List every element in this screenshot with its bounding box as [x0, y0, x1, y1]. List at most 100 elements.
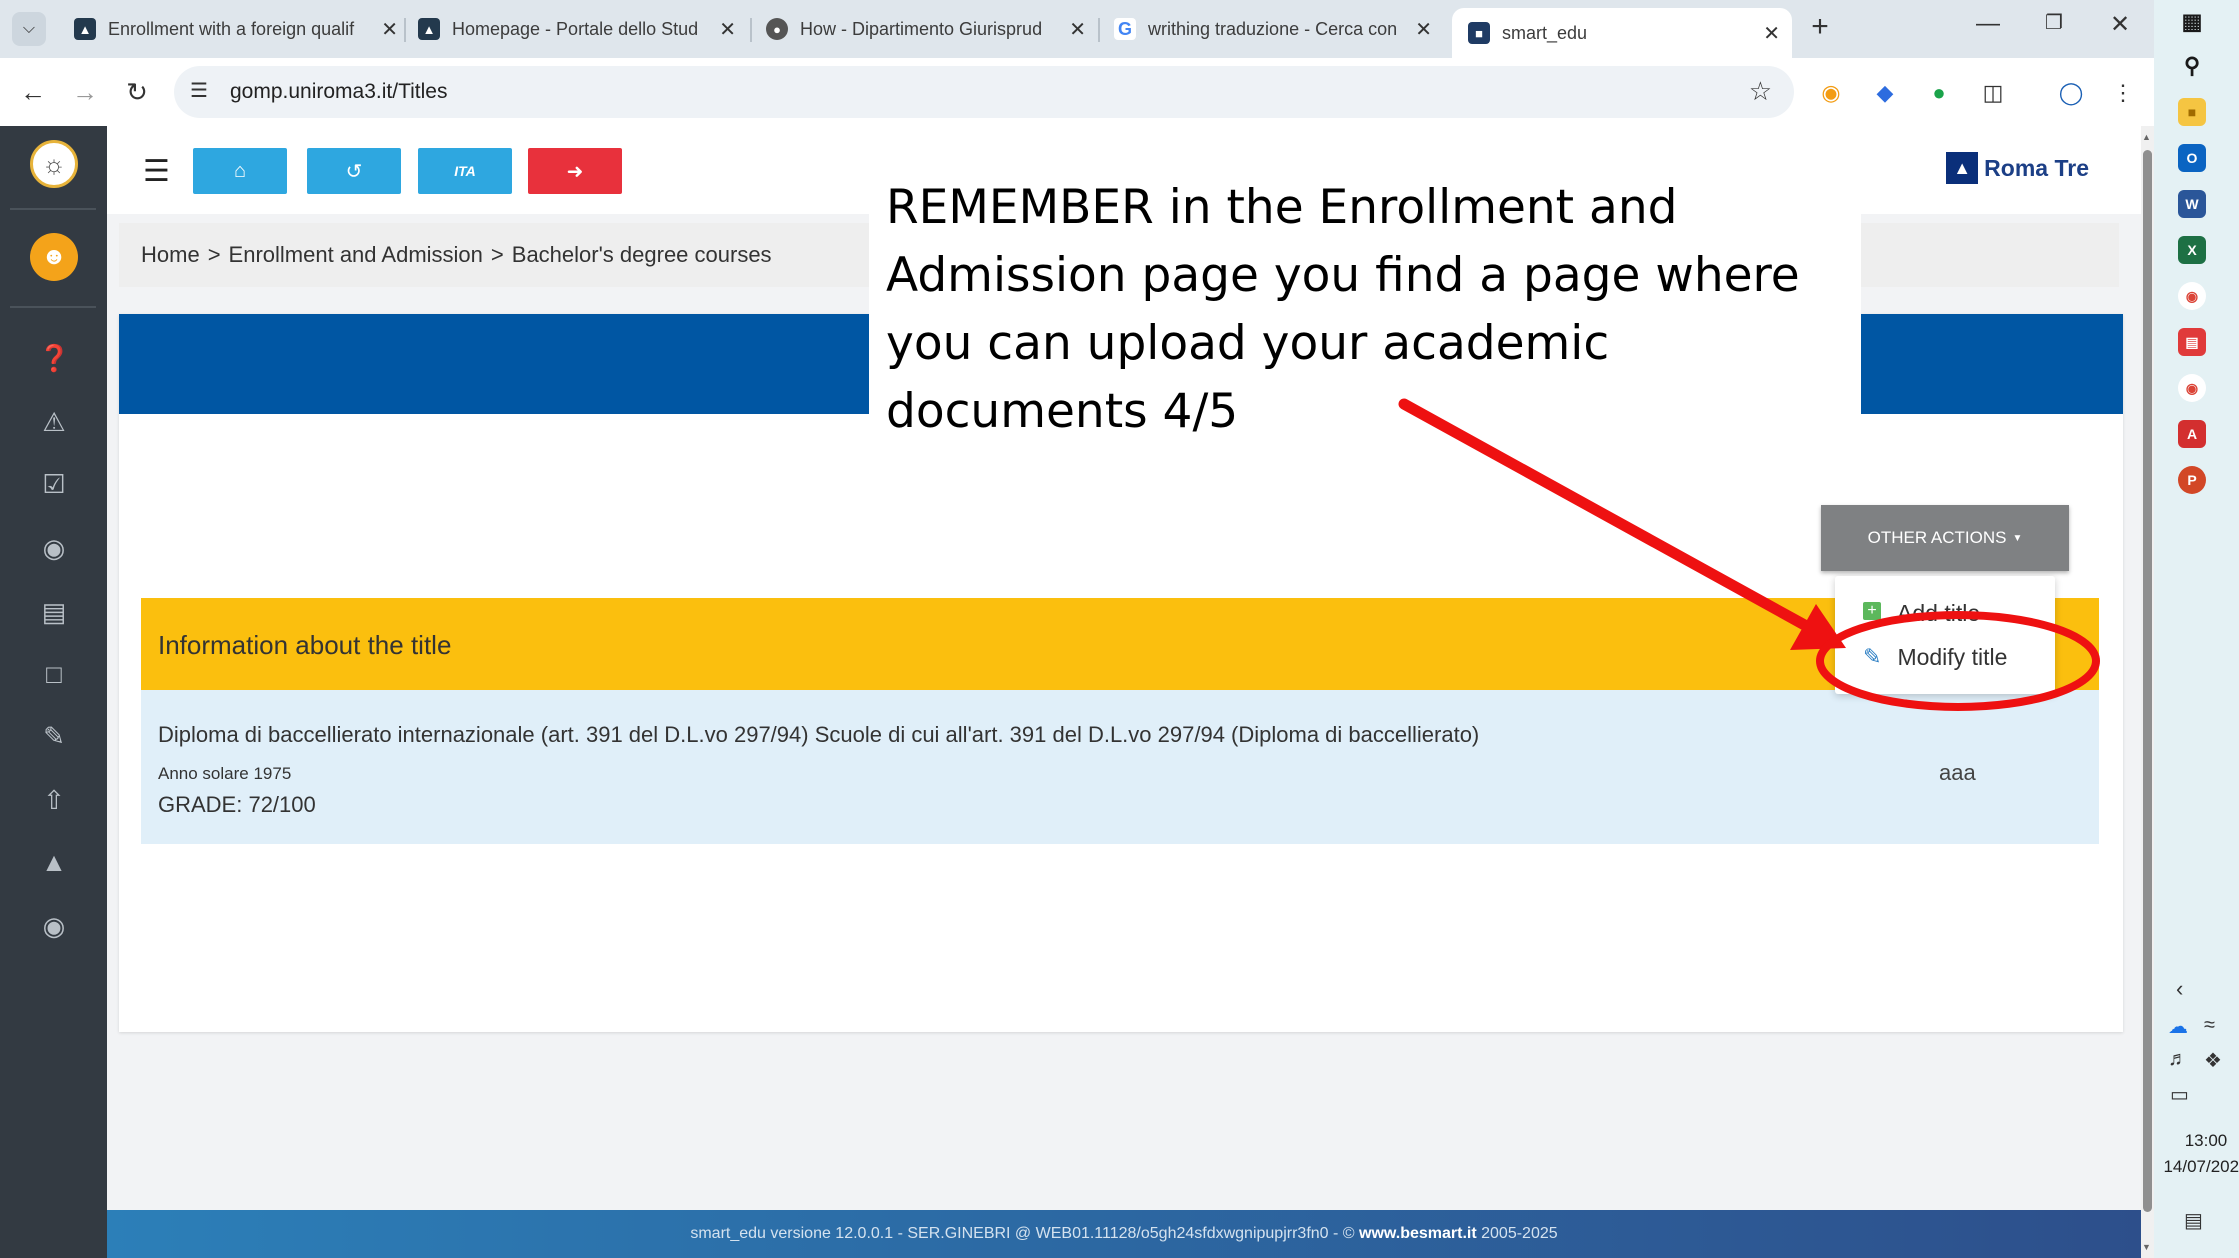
screen: ⌵ ▲ Enrollment with a foreign qualif ✕ ▲…: [0, 0, 2239, 1258]
close-icon[interactable]: ✕: [381, 17, 398, 42]
language-button[interactable]: ITA: [418, 148, 512, 194]
browser-tab-active[interactable]: ■ smart_edu ✕: [1452, 8, 1792, 58]
logout-icon: ➜: [566, 160, 584, 183]
word-icon[interactable]: W: [2178, 190, 2206, 218]
chrome-active-icon[interactable]: ◉: [2178, 374, 2206, 402]
hamburger-menu-icon[interactable]: ☰: [143, 154, 170, 189]
minimize-button[interactable]: —: [1968, 10, 2008, 38]
bookmark-star-icon[interactable]: ☆: [1749, 76, 1772, 107]
battery-icon[interactable]: ▭: [2170, 1082, 2189, 1107]
rss-extension-icon[interactable]: ◉: [1816, 78, 1846, 108]
close-icon[interactable]: ✕: [1415, 17, 1432, 42]
scroll-up-icon[interactable]: ▲: [2142, 132, 2151, 142]
brand-logo: ▲ Roma Tre: [1946, 152, 2089, 184]
title-info-header: Information about the title: [141, 598, 2099, 690]
site-info-icon[interactable]: ☰: [190, 78, 208, 103]
sidebar-divider: [10, 208, 96, 210]
clock-time[interactable]: 13:00: [2156, 1128, 2239, 1154]
browser-toolbar: ← → ↻ ☰ gomp.uniroma3.it/Titles ☆ ◉ ◆ ● …: [0, 58, 2154, 126]
browser-tab[interactable]: ▲ Enrollment with a foreign qualif ✕: [58, 8, 410, 50]
volume-icon[interactable]: ♬: [2168, 1048, 2188, 1071]
title-description: Diploma di baccellierato internazionale …: [158, 722, 1480, 747]
footer-text: smart_edu versione 12.0.0.1 - SER.GINEBR…: [690, 1225, 1355, 1242]
calendar-check-icon[interactable]: ☑: [38, 468, 70, 500]
smart-edu-favicon-icon: ■: [1468, 22, 1490, 44]
search-icon[interactable]: ⚲: [2178, 52, 2206, 80]
reload-button[interactable]: ↻: [118, 73, 156, 111]
browser-tab[interactable]: G writhing traduzione - Cerca con ✕: [1098, 8, 1444, 50]
restore-button[interactable]: ❐: [2034, 10, 2074, 35]
tab-title: writhing traduzione - Cerca con: [1148, 18, 1398, 39]
inbox-icon[interactable]: ▤: [38, 596, 70, 628]
app-sidebar: ☼ ☻ ❓ ⚠ ☑ ◉ ▤ □ ✎ ⇧ ▲ ◉: [0, 126, 107, 1258]
scrollbar-thumb[interactable]: [2143, 150, 2152, 1212]
browser-tab[interactable]: ▲ Homepage - Portale dello Stud ✕: [402, 8, 748, 50]
red-app-icon[interactable]: ▤: [2178, 328, 2206, 356]
page-scrollbar[interactable]: ▲ ▼: [2141, 126, 2154, 1258]
breadcrumb-home[interactable]: Home: [141, 242, 200, 268]
globe-icon[interactable]: ◉: [38, 532, 70, 564]
more-menu-icon[interactable]: ⋮: [2108, 78, 2138, 108]
home-button[interactable]: ⌂: [193, 148, 287, 194]
close-window-button[interactable]: ✕: [2100, 10, 2140, 39]
world-icon[interactable]: ◉: [38, 910, 70, 942]
back-button[interactable]: ←: [14, 73, 52, 111]
university-logo-icon[interactable]: ☼: [30, 140, 78, 188]
breadcrumb-enrollment[interactable]: Enrollment and Admission: [229, 242, 483, 268]
close-icon[interactable]: ✕: [719, 17, 736, 42]
clock-date[interactable]: 14/07/2025: [2156, 1154, 2239, 1180]
excel-icon[interactable]: X: [2178, 236, 2206, 264]
profile-icon[interactable]: ◯: [2056, 78, 2086, 108]
breadcrumb-bachelor[interactable]: Bachelor's degree courses: [512, 242, 772, 268]
tab-title: Enrollment with a foreign qualif: [108, 18, 355, 39]
notifications-icon[interactable]: ▤: [2184, 1208, 2203, 1233]
address-bar[interactable]: ☰ gomp.uniroma3.it/Titles ☆: [174, 66, 1794, 118]
file-explorer-icon[interactable]: ■: [2178, 98, 2206, 126]
graduation-cap-icon[interactable]: ▲: [38, 846, 70, 878]
windows-start-icon[interactable]: ▦: [2178, 8, 2206, 36]
chevron-left-icon[interactable]: ‹: [2176, 976, 2183, 1002]
history-button[interactable]: ↺: [307, 148, 401, 194]
caret-down-icon: ▼: [2012, 532, 2023, 544]
chrome-icon[interactable]: ◉: [2178, 282, 2206, 310]
close-icon[interactable]: ✕: [1069, 17, 1086, 42]
footer-years: 2005-2025: [1481, 1225, 1558, 1242]
footer-link[interactable]: www.besmart.it: [1359, 1225, 1477, 1243]
tab-search-button[interactable]: ⌵: [12, 12, 46, 46]
browser-tab[interactable]: ● How - Dipartimento Giurisprud ✕: [750, 8, 1098, 50]
other-actions-menu: + Add title ✎ Modify title: [1835, 576, 2055, 694]
history-icon: ↺: [345, 160, 363, 183]
dropbox-icon[interactable]: ❖: [2204, 1048, 2222, 1073]
outlook-icon[interactable]: O: [2178, 144, 2206, 172]
menu-item-modify-title[interactable]: ✎ Modify title: [1835, 634, 2055, 680]
wifi-icon[interactable]: ≈: [2204, 1014, 2215, 1037]
plus-icon: +: [1863, 602, 1881, 620]
powerpoint-icon[interactable]: P: [2178, 466, 2206, 494]
title-year: Anno solare 1975: [158, 764, 292, 783]
brand-name: Roma Tre: [1984, 154, 2089, 181]
menu-item-add-title[interactable]: + Add title: [1835, 600, 2055, 622]
acrobat-icon[interactable]: A: [2178, 420, 2206, 448]
roma-tre-favicon-icon: ▲: [74, 18, 96, 40]
language-label: ITA: [454, 163, 476, 179]
file-upload-icon[interactable]: ⇧: [38, 784, 70, 816]
help-icon[interactable]: ❓: [38, 342, 70, 374]
file-icon[interactable]: □: [38, 658, 70, 690]
forward-button[interactable]: →: [66, 73, 104, 111]
new-tab-button[interactable]: +: [1802, 10, 1838, 44]
other-actions-label: OTHER ACTIONS: [1867, 528, 2007, 547]
menu-item-label: Add title: [1897, 600, 1981, 622]
roma-tre-logo-icon: ▲: [1946, 152, 1979, 184]
graduation-extension-icon[interactable]: ◆: [1870, 78, 1900, 108]
logout-button[interactable]: ➜: [528, 148, 622, 194]
user-avatar-icon[interactable]: ☻: [30, 233, 78, 281]
close-icon[interactable]: ✕: [1763, 21, 1780, 46]
extensions-puzzle-icon[interactable]: ◫: [1978, 78, 2008, 108]
green-extension-icon[interactable]: ●: [1924, 78, 1954, 108]
file-edit-icon[interactable]: ✎: [38, 720, 70, 752]
notice-icon[interactable]: ⚠: [38, 406, 70, 438]
other-actions-button[interactable]: OTHER ACTIONS ▼: [1821, 505, 2069, 571]
onedrive-icon[interactable]: ☁: [2168, 1014, 2188, 1039]
scroll-down-icon[interactable]: ▼: [2142, 1242, 2151, 1252]
footer: smart_edu versione 12.0.0.1 - SER.GINEBR…: [107, 1210, 2141, 1258]
